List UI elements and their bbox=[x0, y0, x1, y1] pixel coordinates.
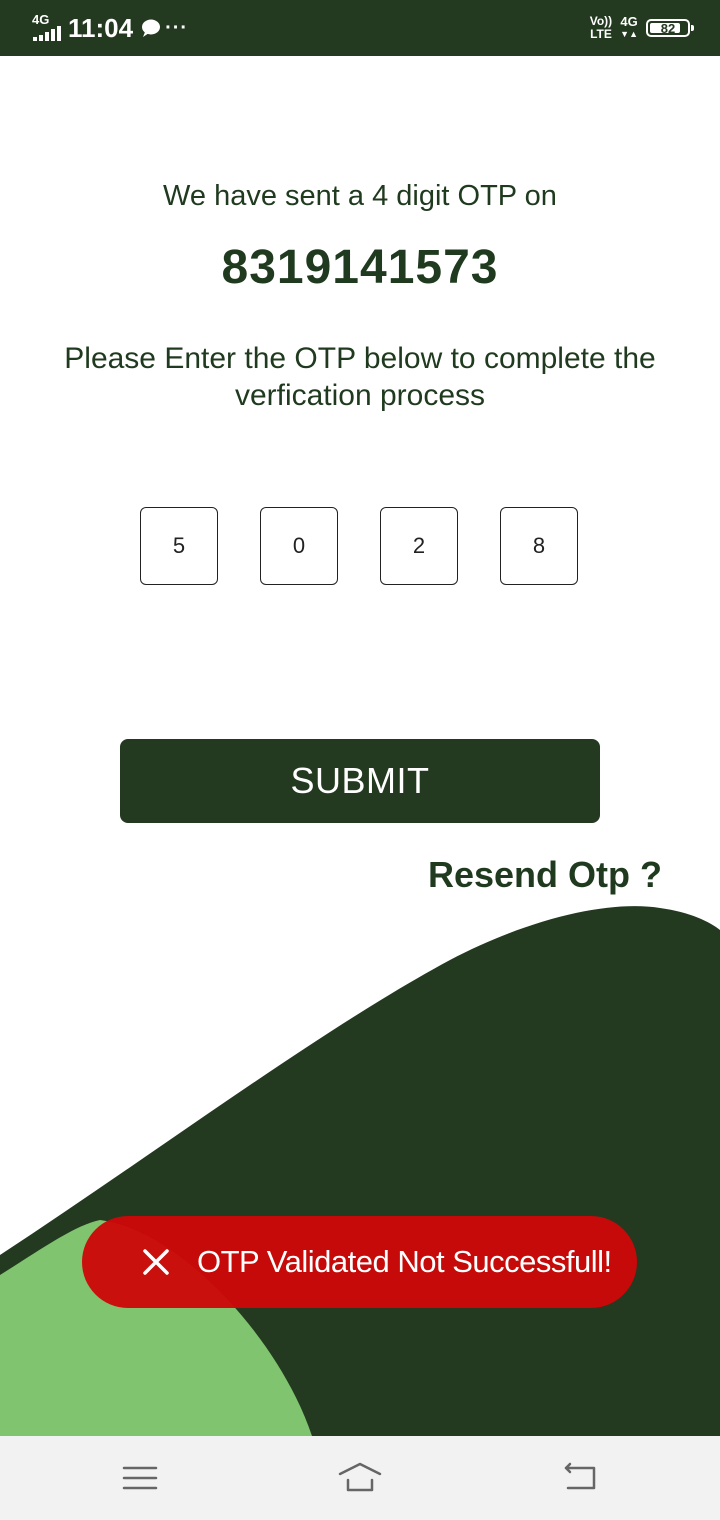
toast-message: OTP Validated Not Successfull! bbox=[197, 1244, 612, 1279]
otp-sent-message: We have sent a 4 digit OTP on bbox=[163, 180, 557, 212]
otp-digit-input-2[interactable]: 0 bbox=[260, 507, 338, 585]
chat-bubble-icon bbox=[142, 19, 161, 37]
back-icon[interactable] bbox=[558, 1456, 602, 1500]
status-right: Vo)) LTE 4G ▼▲ 82 bbox=[589, 12, 694, 44]
error-toast: OTP Validated Not Successfull! bbox=[82, 1216, 637, 1308]
status-bar: 4G 11:04 ··· Vo)) LTE 4G ▼▲ 82 bbox=[0, 0, 720, 56]
clock: 11:04 bbox=[68, 12, 134, 43]
home-icon[interactable] bbox=[338, 1456, 382, 1500]
decorative-wave-background bbox=[0, 906, 720, 1436]
otp-digit-input-1[interactable]: 5 bbox=[140, 507, 218, 585]
otp-instruction: Please Enter the OTP below to complete t… bbox=[64, 342, 656, 412]
resend-otp-link[interactable]: Resend Otp ? bbox=[428, 854, 662, 896]
mobile-data-indicator: 4G ▼▲ bbox=[620, 14, 638, 39]
phone-number: 8319141573 bbox=[221, 241, 499, 294]
data-arrows-icon: ▼▲ bbox=[620, 29, 638, 39]
volte-indicator: Vo)) LTE bbox=[589, 14, 613, 41]
otp-digit-input-3[interactable]: 2 bbox=[380, 507, 458, 585]
close-icon bbox=[143, 1249, 169, 1275]
submit-button[interactable]: SUBMIT bbox=[120, 739, 600, 823]
otp-digit-input-4[interactable]: 8 bbox=[500, 507, 578, 585]
status-left: 4G 11:04 ··· bbox=[32, 12, 188, 44]
network-type-label: 4G bbox=[32, 12, 50, 27]
more-notifications-icon: ··· bbox=[165, 16, 189, 39]
system-nav-bar bbox=[0, 1436, 720, 1520]
battery-level: 82 bbox=[660, 20, 676, 36]
menu-icon[interactable] bbox=[118, 1456, 162, 1500]
signal-icon: 4G bbox=[32, 13, 62, 43]
battery-icon: 82 bbox=[646, 19, 694, 37]
